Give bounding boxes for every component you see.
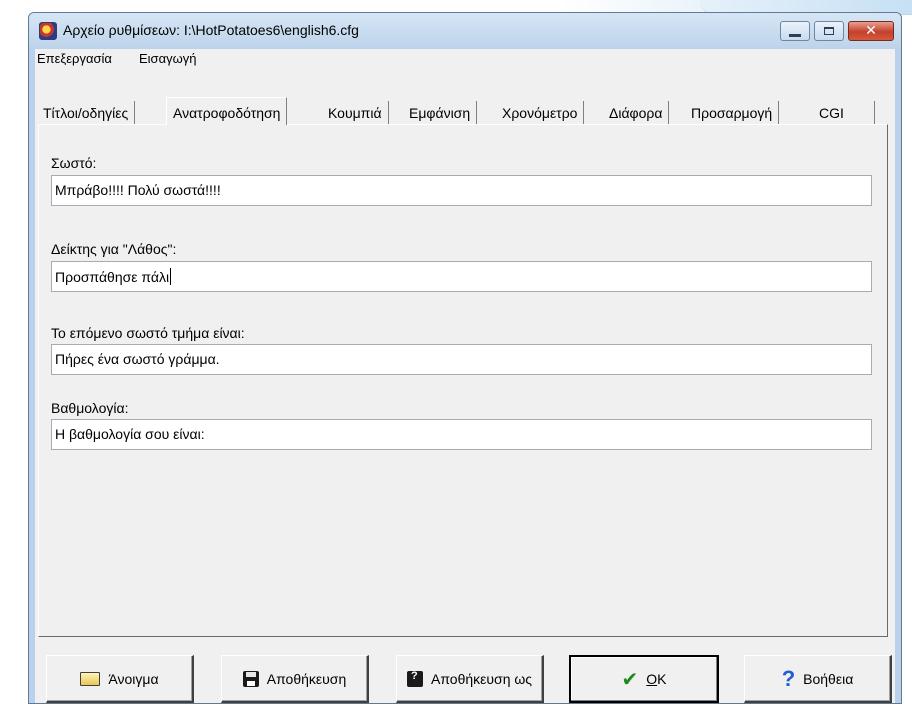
maximize-icon xyxy=(824,27,834,35)
maximize-button[interactable] xyxy=(814,21,844,41)
floppy-icon xyxy=(242,670,259,687)
ok-label-rest: K xyxy=(657,671,667,687)
close-button[interactable]: ✕ xyxy=(848,21,894,41)
tab-appearance[interactable]: Εμφάνιση xyxy=(403,101,478,124)
hot-potatoes-app-icon[interactable] xyxy=(39,22,57,40)
menu-bar: Επεξεργασία Εισαγωγή xyxy=(35,49,895,69)
save-button-label: Αποθήκευση xyxy=(266,670,347,687)
save-as-button-label: Αποθήκευση ως xyxy=(431,670,533,687)
settings-window: Αρχείο ρυθμίσεων: I:\HotPotatoes6\englis… xyxy=(28,12,902,704)
menu-edit[interactable]: Επεξεργασία xyxy=(37,51,112,66)
incorrect-hint-label: Δείκτης για "Λάθος": xyxy=(51,241,177,257)
tab-custom[interactable]: Προσαρμογή xyxy=(685,101,780,124)
minimize-button[interactable] xyxy=(780,21,810,41)
open-button-label: Άνοιγμα xyxy=(108,670,159,687)
score-label: Βαθμολογία: xyxy=(51,400,129,416)
minimize-icon xyxy=(789,33,801,37)
ok-button[interactable]: ✔ OK xyxy=(569,655,719,703)
correct-field[interactable]: Μπράβο!!!! Πολύ σωστά!!!! xyxy=(51,175,872,206)
save-button[interactable]: Αποθήκευση xyxy=(221,655,369,703)
incorrect-hint-value: Προσπάθησε πάλι xyxy=(55,269,170,285)
feedback-panel: Σωστό: Μπράβο!!!! Πολύ σωστά!!!! Δείκτης… xyxy=(38,124,888,637)
open-button[interactable]: Άνοιγμα xyxy=(46,655,194,703)
tab-other[interactable]: Διάφορα xyxy=(603,101,670,124)
window-title: Αρχείο ρυθμίσεων: I:\HotPotatoes6\englis… xyxy=(63,22,359,38)
score-field[interactable]: Η βαθμολογία σου είναι: xyxy=(51,419,872,450)
help-button[interactable]: ? Βοήθεια xyxy=(744,655,892,703)
correct-label: Σωστό: xyxy=(51,155,97,171)
ok-button-label: OK xyxy=(646,671,666,687)
next-correct-part-field[interactable]: Πήρες ένα σωστό γράμμα. xyxy=(51,344,872,375)
save-as-button[interactable]: Αποθήκευση ως xyxy=(396,655,544,703)
close-icon: ✕ xyxy=(865,23,877,39)
window-client-area: Επεξεργασία Εισαγωγή Τίτλοι/οδηγίες Ανατ… xyxy=(35,49,895,703)
tab-timer[interactable]: Χρονόμετρο xyxy=(496,101,585,124)
tab-buttons[interactable]: Κουμπιά xyxy=(322,101,389,124)
title-bar[interactable]: Αρχείο ρυθμίσεων: I:\HotPotatoes6\englis… xyxy=(29,13,901,49)
tab-feedback[interactable]: Ανατροφοδότηση xyxy=(166,97,288,125)
menu-insert[interactable]: Εισαγωγή xyxy=(139,51,196,66)
save-as-icon xyxy=(407,670,423,687)
incorrect-hint-field[interactable]: Προσπάθησε πάλι xyxy=(51,261,872,292)
help-icon: ? xyxy=(781,665,796,691)
text-caret xyxy=(170,268,172,285)
next-correct-part-label: Το επόμενο σωστό τμήμα είναι: xyxy=(51,325,245,341)
check-icon: ✔ xyxy=(621,667,639,691)
help-button-label: Βοήθεια xyxy=(803,670,854,687)
folder-icon xyxy=(80,671,101,686)
tab-cgi[interactable]: CGI xyxy=(813,101,875,124)
ok-accelerator: O xyxy=(646,671,658,687)
tab-strip: Τίτλοι/οδηγίες Ανατροφοδότηση Κουμπιά Εμ… xyxy=(35,69,895,125)
tab-titles-instructions[interactable]: Τίτλοι/οδηγίες xyxy=(37,101,136,124)
